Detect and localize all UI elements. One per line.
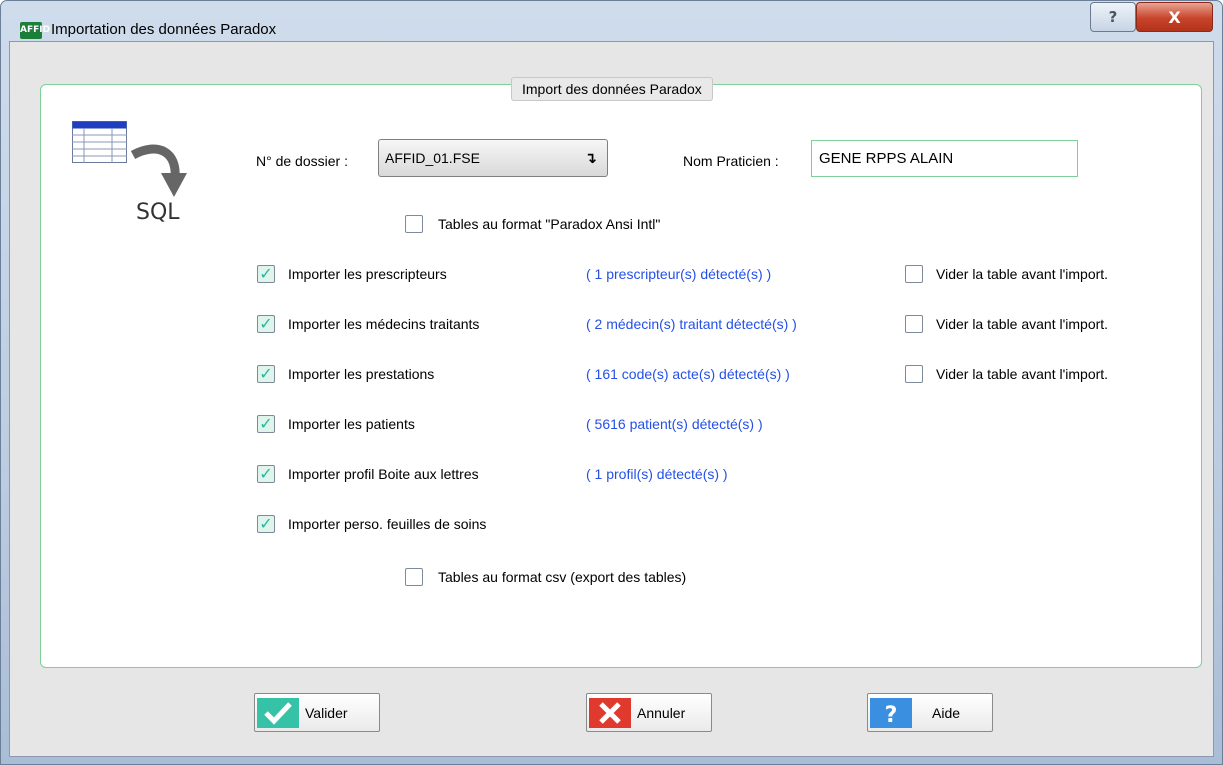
help-question-icon: ? xyxy=(870,698,912,728)
import-profil-bal-label: Importer profil Boite aux lettres xyxy=(288,466,479,482)
paradox-ansi-checkbox[interactable] xyxy=(405,215,423,233)
vider-prestations-label: Vider la table avant l'import. xyxy=(936,366,1109,382)
praticien-field[interactable]: GENE RPPS ALAIN xyxy=(811,140,1078,177)
paradox-ansi-label: Tables au format "Paradox Ansi Intl" xyxy=(438,216,661,232)
dossier-select[interactable]: AFFID_01.FSE ↴ xyxy=(378,139,608,177)
help-title-button[interactable]: ? xyxy=(1090,2,1136,32)
import-feuilles-soins-label: Importer perso. feuilles de soins xyxy=(288,516,487,532)
prescripteurs-detected-count: ( 1 prescripteur(s) détecté(s) ) xyxy=(586,266,772,282)
checkmark-icon: ✓ xyxy=(259,364,273,383)
import-profil-bal-checkbox[interactable]: ✓ xyxy=(257,465,275,483)
prestations-detected-count: ( 161 code(s) acte(s) détecté(s) ) xyxy=(586,366,790,382)
sql-label: SQL xyxy=(136,200,180,225)
vider-prestations-checkbox[interactable] xyxy=(905,365,923,383)
csv-format-checkbox[interactable] xyxy=(405,568,423,586)
import-patients-checkbox[interactable]: ✓ xyxy=(257,415,275,433)
check-icon xyxy=(257,698,299,728)
vider-medecins-label: Vider la table avant l'import. xyxy=(936,316,1109,332)
annuler-button[interactable]: Annuler xyxy=(586,693,712,732)
vider-prescripteurs-label: Vider la table avant l'import. xyxy=(936,266,1109,282)
checkmark-icon: ✓ xyxy=(259,314,273,333)
profil-detected-count: ( 1 profil(s) détecté(s) ) xyxy=(586,466,728,482)
patients-detected-count: ( 5616 patient(s) détecté(s) ) xyxy=(586,416,763,432)
aide-label: Aide xyxy=(932,705,961,721)
valider-button[interactable]: Valider xyxy=(254,693,380,732)
groupbox-legend: Import des données Paradox xyxy=(511,77,713,101)
import-medecins-checkbox[interactable]: ✓ xyxy=(257,315,275,333)
medecins-detected-count: ( 2 médecin(s) traitant détecté(s) ) xyxy=(586,316,797,332)
praticien-label: Nom Praticien : xyxy=(683,153,779,169)
valider-label: Valider xyxy=(305,705,348,721)
import-prescripteurs-label: Importer les prescripteurs xyxy=(288,266,447,282)
curved-arrow-icon xyxy=(130,144,187,197)
checkmark-icon: ✓ xyxy=(259,264,273,283)
csv-format-label: Tables au format csv (export des tables) xyxy=(438,569,687,585)
checkmark-icon: ✓ xyxy=(259,414,273,433)
cancel-x-icon xyxy=(589,698,631,728)
database-table-icon xyxy=(72,121,127,163)
close-button[interactable]: X xyxy=(1136,2,1213,32)
annuler-label: Annuler xyxy=(637,705,686,721)
dossier-label: N° de dossier : xyxy=(256,153,348,169)
vider-medecins-checkbox[interactable] xyxy=(905,315,923,333)
dossier-value: AFFID_01.FSE xyxy=(385,150,480,166)
import-patients-label: Importer les patients xyxy=(288,416,415,432)
praticien-value: GENE RPPS ALAIN xyxy=(819,150,954,167)
import-feuilles-soins-checkbox[interactable]: ✓ xyxy=(257,515,275,533)
window-title: Importation des données Paradox xyxy=(51,21,277,38)
checkmark-icon: ✓ xyxy=(259,514,273,533)
svg-text:?: ? xyxy=(885,703,898,728)
import-prestations-label: Importer les prestations xyxy=(288,366,435,382)
dropdown-arrow-icon[interactable]: ↴ xyxy=(584,149,597,167)
import-prescripteurs-checkbox[interactable]: ✓ xyxy=(257,265,275,283)
title-bar[interactable]: AFFID Importation des données Paradox ? … xyxy=(1,1,1222,41)
app-logo-icon: AFFID xyxy=(20,22,50,39)
vider-prescripteurs-checkbox[interactable] xyxy=(905,265,923,283)
checkmark-icon: ✓ xyxy=(259,464,273,483)
dialog-window: AFFID Importation des données Paradox ? … xyxy=(0,0,1223,765)
import-prestations-checkbox[interactable]: ✓ xyxy=(257,365,275,383)
import-medecins-label: Importer les médecins traitants xyxy=(288,316,480,332)
aide-button[interactable]: ? Aide xyxy=(867,693,993,732)
